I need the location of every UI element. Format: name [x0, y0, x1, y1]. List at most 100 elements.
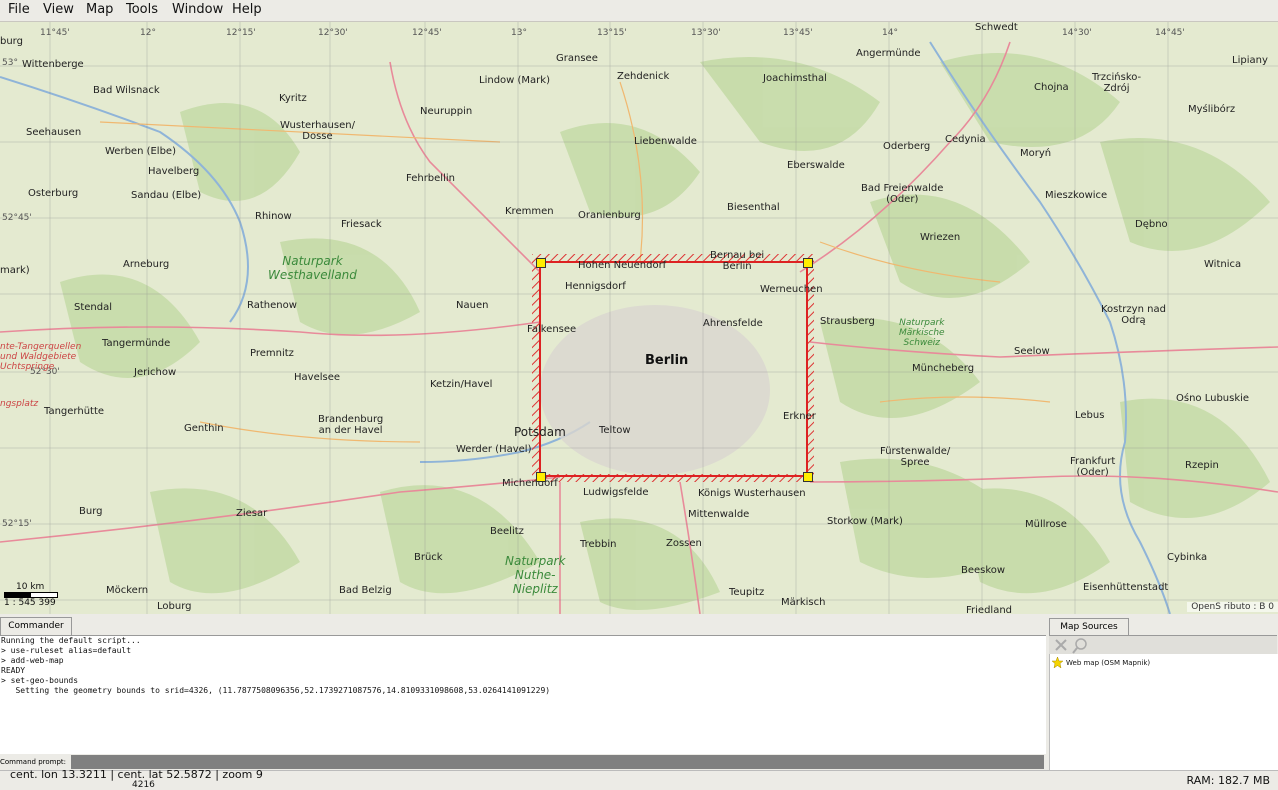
- list-item[interactable]: Web map (OSM Mapnik): [1052, 657, 1150, 668]
- place-label: Werneuchen: [760, 284, 823, 295]
- lon-tick: 12°15': [226, 28, 256, 38]
- zoom-to-icon[interactable]: [1072, 638, 1087, 654]
- scale-bar: 10 km 1 : 545 399: [4, 582, 58, 608]
- map-center-readout-extra: 4216: [132, 780, 155, 790]
- place-label: Kyritz: [279, 93, 307, 104]
- lat-tick: 52°15': [2, 519, 32, 529]
- place-label: Wittenberge: [22, 59, 84, 70]
- map-center-readout: cent. lon 13.3211 | cent. lat 52.5872 | …: [10, 768, 263, 781]
- place-label: Cedynia: [945, 134, 986, 145]
- place-label: Möckern: [106, 585, 149, 596]
- place-label: Chojna: [1034, 82, 1069, 93]
- lon-tick: 12°: [140, 28, 156, 38]
- commander-output: Running the default script... > use-rule…: [0, 635, 1046, 754]
- place-label: Ludwigsfelde: [583, 487, 649, 498]
- lon-tick: 13°15': [597, 28, 627, 38]
- place-label: Teltow: [599, 425, 631, 436]
- remove-icon[interactable]: [1055, 639, 1067, 651]
- place-label: Havelberg: [148, 166, 200, 177]
- place-label: Zossen: [666, 538, 702, 549]
- place-label: Arneburg: [123, 259, 170, 270]
- place-label: Wriezen: [920, 232, 961, 243]
- menu-help[interactable]: Help: [232, 2, 262, 17]
- menu-window[interactable]: Window: [172, 2, 223, 17]
- menu-map[interactable]: Map: [86, 2, 113, 17]
- place-label: Bernau bei Berlin: [710, 250, 765, 272]
- status-bar: cent. lon 13.3211 | cent. lat 52.5872 | …: [0, 768, 1278, 790]
- place-label: Neuruppin: [420, 106, 473, 117]
- place-label: Rhinow: [255, 211, 292, 222]
- star-icon: [1052, 657, 1063, 668]
- map-source-label: Web map (OSM Mapnik): [1066, 658, 1151, 667]
- place-label: Moryń: [1020, 148, 1052, 159]
- command-prompt-input[interactable]: [71, 755, 1044, 769]
- selection-handle-se[interactable]: [803, 472, 813, 482]
- place-label: Müllrose: [1025, 519, 1067, 530]
- tab-map-sources[interactable]: Map Sources: [1049, 618, 1129, 635]
- place-label: Rzepin: [1185, 460, 1219, 471]
- place-label: Bad Wilsnack: [93, 85, 160, 96]
- place-label: Müncheberg: [912, 363, 975, 374]
- selection-handle-ne[interactable]: [803, 258, 813, 268]
- place-label: Kostrzyn nad Odrą: [1101, 304, 1166, 326]
- place-label: Oderberg: [883, 141, 931, 152]
- tab-commander[interactable]: Commander: [0, 617, 72, 635]
- console-line: READY: [1, 666, 26, 675]
- place-label: Hennigsdorf: [565, 281, 626, 292]
- place-label: Beelitz: [490, 526, 524, 537]
- place-label: Lebus: [1075, 410, 1105, 421]
- console-line: > add-web-map: [1, 656, 64, 665]
- place-label: Stendal: [74, 302, 113, 313]
- menu-tools[interactable]: Tools: [126, 2, 158, 17]
- place-label: Friedland: [966, 605, 1013, 614]
- place-label: Schwedt: [975, 22, 1018, 33]
- map-background: [0, 22, 1278, 614]
- place-label: Storkow (Mark): [827, 516, 903, 527]
- place-label: Fehrbellin: [406, 173, 455, 184]
- selection-handle-nw[interactable]: [536, 258, 546, 268]
- scale-label: 10 km: [16, 582, 45, 592]
- lon-tick: 14°: [882, 28, 898, 38]
- lon-tick: 14°45': [1155, 28, 1185, 38]
- place-label: Bad Belzig: [339, 585, 392, 596]
- place-label: Werder (Havel): [456, 444, 532, 455]
- place-label: Hohen Neuendorf: [578, 260, 667, 271]
- place-label: Eberswalde: [787, 160, 845, 171]
- place-label: Tangerhütte: [44, 406, 105, 417]
- place-label: Sandau (Elbe): [131, 190, 202, 201]
- place-label: Burg: [79, 506, 103, 517]
- lon-tick: 12°30': [318, 28, 348, 38]
- place-label: Joachimsthal: [763, 73, 827, 84]
- lon-tick: 13°: [511, 28, 527, 38]
- scale-ratio: 1 : 545 399: [4, 598, 56, 608]
- console-line: > set-geo-bounds: [1, 676, 79, 685]
- place-label: Ośno Lubuskie: [1176, 393, 1250, 404]
- place-label: Falkensee: [527, 324, 577, 335]
- menu-bar: File View Map Tools Window Help: [0, 0, 1278, 22]
- place-label: Brandenburg an der Havel: [318, 414, 384, 436]
- place-label: Königs Wusterhausen: [698, 488, 806, 499]
- map-sources-list: Web map (OSM Mapnik): [1049, 654, 1278, 770]
- selection-handle-sw[interactable]: [536, 472, 546, 482]
- place-label: Mieszkowice: [1045, 190, 1108, 201]
- place-label: Michendorf: [502, 478, 558, 489]
- map-view[interactable]: 11°45' 12° 12°15' 12°30' 12°45' 13° 13°1…: [0, 22, 1278, 614]
- lon-tick: 14°30': [1062, 28, 1092, 38]
- place-label: ngsplatz: [0, 399, 39, 409]
- place-label: Jerichow: [134, 367, 177, 378]
- menu-view[interactable]: View: [43, 2, 74, 17]
- place-label: Ziesar: [236, 508, 268, 519]
- place-label: Berlin: [645, 353, 689, 368]
- place-label: Biesenthal: [727, 202, 780, 213]
- place-label: Nauen: [456, 300, 489, 311]
- place-label: Mittenwalde: [688, 509, 750, 520]
- place-label: Märkisch: [781, 597, 826, 608]
- menu-file[interactable]: File: [8, 2, 30, 17]
- lat-tick: 53°: [2, 58, 18, 68]
- lon-tick: 12°45': [412, 28, 442, 38]
- lon-tick: 13°45': [783, 28, 813, 38]
- place-label: Tangermünde: [102, 338, 171, 349]
- place-label: Lindow (Mark): [479, 75, 550, 86]
- console-line: Running the default script...: [1, 636, 141, 645]
- attribution: OpenS ributo : B 0: [1187, 602, 1278, 612]
